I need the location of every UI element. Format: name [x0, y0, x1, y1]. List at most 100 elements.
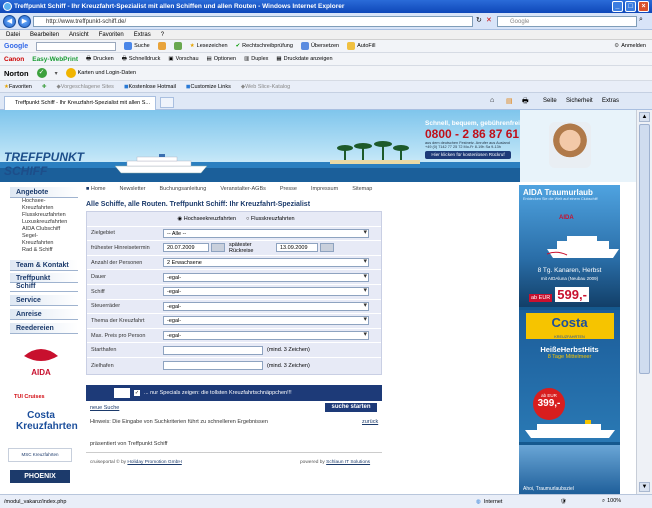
calendar-button-1[interactable] [211, 243, 225, 253]
starthafen-input[interactable] [163, 345, 263, 355]
steuer-select[interactable]: -egal- [163, 301, 369, 311]
forward-button[interactable]: ▶ [18, 15, 31, 28]
nav-fluss[interactable]: Flusskreuzfahrten [10, 212, 78, 219]
thema-select[interactable]: -egal- [163, 316, 369, 326]
close-button[interactable]: × [638, 1, 649, 12]
personen-select[interactable]: 2 Erwachsene [163, 258, 369, 268]
fav-customize[interactable]: ◼Customize Links [186, 84, 231, 90]
msc-logo[interactable]: MSC Kreuzfahrten [8, 448, 72, 462]
vertical-scrollbar[interactable]: ▲ ▼ [636, 110, 652, 494]
url-input[interactable]: http://www.treffpunkt-schiff.de/ [33, 16, 473, 27]
nav-angebote[interactable]: Angebote [10, 187, 78, 198]
nav-treffpunkt[interactable]: Treffpunkt [10, 273, 78, 283]
anmelden-button[interactable]: ⚙ Anmelden [614, 43, 652, 49]
menu-datei[interactable]: Datei [6, 32, 20, 38]
zoom-control[interactable]: ⌕ 100% [602, 498, 621, 505]
preis-select[interactable]: -egal- [163, 331, 369, 341]
nav-reedereien[interactable]: Reedereien [10, 323, 78, 334]
search-submit-button[interactable]: suche starten [325, 403, 377, 412]
callback-button[interactable]: Hier klicken für kostenlosen Rückruf [425, 151, 511, 159]
back-button[interactable]: ◀ [3, 15, 16, 28]
nav-sitemap[interactable]: Sitemap [352, 186, 372, 192]
zielhafen-input[interactable] [163, 361, 263, 371]
protected-mode-icon[interactable]: 🛡 [560, 499, 567, 505]
vorschau-button[interactable]: ▣ Vorschau [168, 56, 198, 62]
dauer-select[interactable]: -egal- [163, 272, 369, 282]
schlaun-link[interactable]: Schlaun IT Solutions [326, 460, 370, 465]
fav-vorgeschlagene[interactable]: ◆Vorgeschlagene Sites [56, 84, 113, 90]
karten-login-button[interactable]: Karten und Login-Daten [65, 68, 136, 78]
seite-menu[interactable]: Seite [543, 98, 557, 104]
google-search-input[interactable] [36, 41, 117, 51]
sicherheit-menu[interactable]: Sicherheit [566, 98, 593, 104]
abreise-input[interactable]: 20.07.2009 [163, 243, 209, 253]
costa-logo[interactable]: Costa Kreuzfahrten [16, 410, 78, 440]
nav-team[interactable]: Team & Kontakt [10, 260, 78, 271]
fav-webslice[interactable]: ◆Web Slice-Katalog [241, 84, 290, 90]
autofill-button[interactable]: AutoFill [347, 42, 375, 50]
nav-newsletter[interactable]: Newsletter [120, 186, 146, 192]
duplex-button[interactable]: ▥ Duplex [244, 56, 268, 62]
back-link[interactable]: zurück [362, 419, 378, 425]
optionen-button[interactable]: ▤ Optionen [207, 56, 237, 62]
nav-segel[interactable]: Segel- [10, 233, 78, 240]
new-search-link[interactable]: neue Suche [90, 405, 119, 411]
third-ad[interactable]: Ahoi, Traumurlaubsziel [519, 445, 620, 494]
menu-favoriten[interactable]: Favoriten [99, 32, 124, 38]
home-icon[interactable]: ⌂ [490, 97, 494, 104]
nav-luxus[interactable]: Luxuskreuzfahrten [10, 219, 78, 226]
add-favorite-icon[interactable]: ✚ [42, 84, 47, 90]
nav-schiff[interactable]: Schiff [10, 283, 78, 292]
nav-segel-2[interactable]: Kreuzfahrten [10, 240, 78, 247]
nav-hochsee-2[interactable]: Kreuzfahrten [10, 205, 78, 212]
schnelldruck-button[interactable]: 🖶 Schnelldruck [122, 55, 161, 64]
phone-number[interactable]: 0800 - 2 86 87 61 [425, 127, 545, 141]
nav-agbs[interactable]: Veranstalter-AGBs [220, 186, 266, 192]
costa-ad[interactable]: Costa KREUZFAHRTEN HeißeHerbstHits 8 Tag… [519, 310, 620, 442]
fav-hotmail[interactable]: ◼Kostenlose Hotmail [124, 84, 176, 90]
favoriten-button[interactable]: ★Favoriten [4, 84, 32, 90]
druckdate-button[interactable]: ▦ Druckdate anzeigen [276, 56, 332, 62]
minimize-button[interactable]: _ [612, 1, 623, 12]
menu-ansicht[interactable]: Ansicht [69, 32, 89, 38]
print-icon[interactable]: 🖶 [522, 97, 529, 108]
search-input[interactable]: Google [497, 16, 637, 27]
nav-impressum[interactable]: Impressum [311, 186, 338, 192]
lesezeichen-button[interactable]: ★ Lesezeichen [190, 43, 228, 49]
nav-aida[interactable]: AIDA Clubschiff [10, 226, 78, 233]
refresh-icon[interactable]: ↻ [476, 16, 482, 24]
radio-hochsee[interactable]: ◉ Hochseekreuzfahrten [177, 216, 236, 222]
new-tab-button[interactable] [160, 97, 174, 108]
pagerank-icon[interactable] [173, 42, 182, 50]
holiday-promotion-link[interactable]: Holiday Promotion GmbH [127, 460, 181, 465]
radio-fluss[interactable]: ○ Flusskreuzfahrten [246, 216, 295, 222]
search-icon[interactable]: ⌕ [639, 16, 643, 24]
drucken-button[interactable]: 🖶 Drucken [86, 55, 114, 64]
nav-anreise[interactable]: Anreise [10, 309, 78, 320]
nav-presse[interactable]: Presse [280, 186, 297, 192]
google-search-button[interactable]: Suche [124, 42, 150, 50]
rueck-input[interactable]: 13.09.2009 [276, 243, 318, 253]
translate-button[interactable]: Übersetzen [300, 42, 339, 50]
nav-rad[interactable]: Rad & Schiff [10, 247, 78, 254]
specials-checkbox[interactable]: ✓ [134, 390, 140, 396]
site-logo[interactable]: TREFFPUNKT SCHIFF [4, 150, 84, 178]
nav-service[interactable]: Service [10, 295, 78, 306]
tui-cruises-logo[interactable]: TUI Cruises [14, 394, 70, 400]
scroll-up-button[interactable]: ▲ [639, 112, 650, 122]
nav-buchungsanleitung[interactable]: Buchungsanleitung [160, 186, 207, 192]
aida-ad[interactable]: AIDA Traumurlaub Entdecken Sie die Welt … [519, 185, 620, 307]
scroll-down-button[interactable]: ▼ [639, 482, 650, 492]
bookmark-icon[interactable] [157, 42, 166, 50]
norton-dropdown-icon[interactable]: ▾ [55, 70, 58, 77]
maximize-button[interactable]: □ [625, 1, 636, 12]
scroll-thumb[interactable] [639, 124, 650, 374]
menu-extras[interactable]: Extras [134, 32, 151, 38]
nav-hochsee[interactable]: Hochsee- [10, 198, 78, 205]
extras-menu[interactable]: Extras [602, 98, 619, 104]
norton-check-icon[interactable]: ✓ [36, 68, 47, 78]
zielgebiet-select[interactable]: -- Alle -- [163, 228, 369, 238]
menu-help[interactable]: ? [161, 32, 164, 38]
tab-treffpunkt[interactable]: Treffpunkt Schiff - Ihr Kreuzfahrt-Spezi… [4, 96, 156, 110]
phoenix-logo[interactable]: PHOENIX [10, 470, 70, 483]
